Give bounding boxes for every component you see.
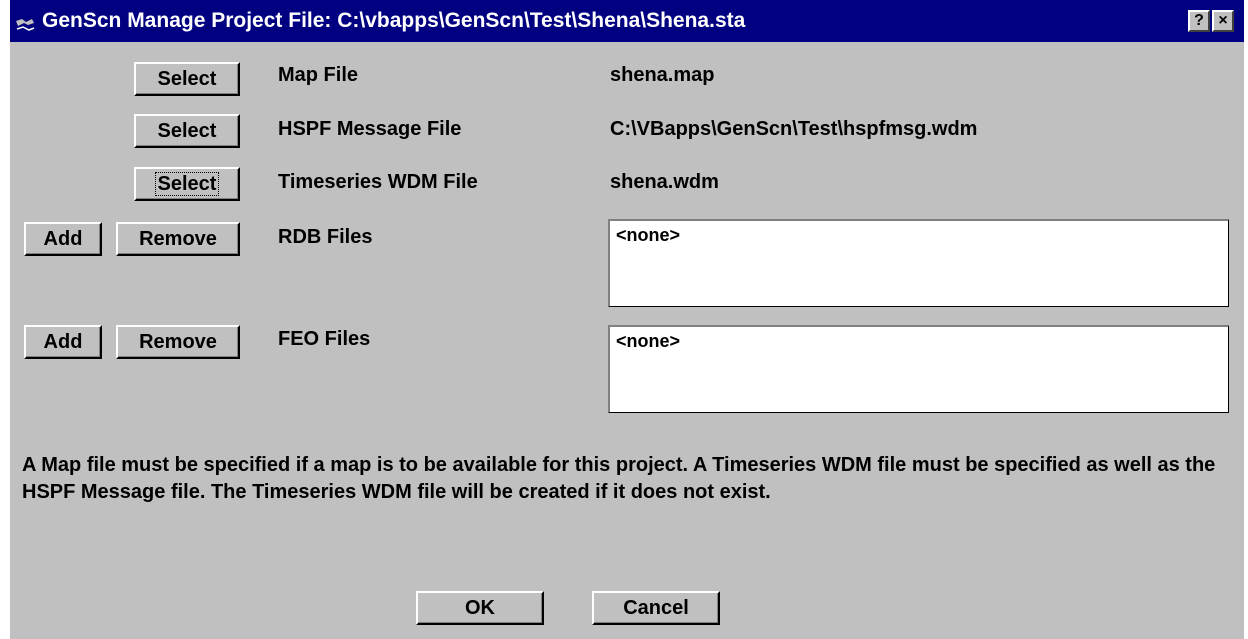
add-rdb-file-button[interactable]: Add [24, 222, 102, 256]
list-item[interactable]: <none> [616, 331, 680, 352]
window-title: GenScn Manage Project File: C:\vbapps\Ge… [42, 9, 746, 32]
map-file-label: Map File [278, 64, 359, 86]
select-map-file-button[interactable]: Select [134, 62, 240, 96]
instructions-text: A Map file must be specified if a map is… [22, 454, 1216, 503]
cancel-label: Cancel [623, 597, 689, 619]
cancel-button[interactable]: Cancel [592, 591, 720, 625]
remove-feo-label: Remove [139, 331, 217, 353]
select-hspf-message-file-button[interactable]: Select [134, 114, 240, 148]
title-bar[interactable]: GenScn Manage Project File: C:\vbapps\Ge… [10, 0, 1244, 42]
select-timeseries-wdm-file-button[interactable]: Select [134, 167, 240, 201]
hspf-message-file-label: HSPF Message File [278, 118, 462, 140]
help-icon[interactable]: ? [1188, 10, 1210, 32]
add-rdb-label: Add [43, 228, 83, 250]
manage-project-dialog: GenScn Manage Project File: C:\vbapps\Ge… [10, 0, 1244, 639]
feo-files-label: FEO Files [278, 328, 371, 350]
remove-rdb-file-button[interactable]: Remove [116, 222, 240, 256]
feo-files-list[interactable]: <none> [608, 325, 1229, 413]
list-item[interactable]: <none> [616, 225, 680, 246]
timeseries-wdm-file-label: Timeseries WDM File [278, 171, 478, 193]
timeseries-wdm-file-value: shena.wdm [610, 171, 719, 193]
app-icon [14, 10, 36, 36]
select-hspf-label: Select [157, 120, 217, 142]
remove-feo-file-button[interactable]: Remove [116, 325, 240, 359]
hspf-message-file-value: C:\VBapps\GenScn\Test\hspfmsg.wdm [610, 118, 978, 140]
rdb-files-list[interactable]: <none> [608, 219, 1229, 307]
ok-label: OK [465, 597, 495, 619]
ok-button[interactable]: OK [416, 591, 544, 625]
add-feo-label: Add [43, 331, 83, 353]
select-wdm-label: Select [154, 172, 220, 196]
select-map-file-label: Select [157, 68, 217, 90]
map-file-value: shena.map [610, 64, 715, 86]
close-icon[interactable]: × [1212, 10, 1234, 32]
rdb-files-label: RDB Files [278, 226, 373, 248]
remove-rdb-label: Remove [139, 228, 217, 250]
add-feo-file-button[interactable]: Add [24, 325, 102, 359]
